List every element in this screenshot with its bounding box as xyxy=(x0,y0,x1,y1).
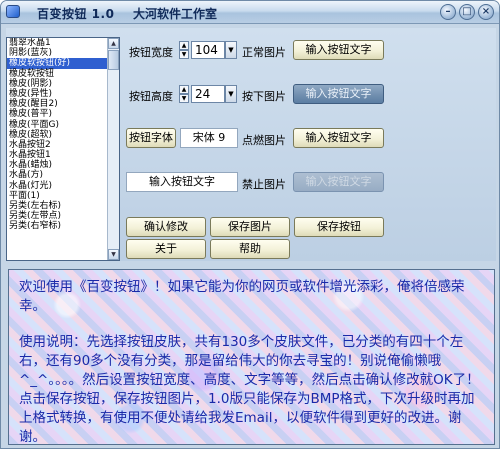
font-button[interactable]: 按钮字体 xyxy=(126,128,176,148)
skin-list-item[interactable]: 水晶(方) xyxy=(7,170,119,180)
minimize-icon[interactable]: – xyxy=(440,4,456,20)
skin-list-item[interactable]: 水晶按钮2 xyxy=(7,140,119,150)
skin-list-item[interactable]: 水晶(蜡烛) xyxy=(7,160,119,170)
skin-list-item[interactable]: 水晶按钮1 xyxy=(7,150,119,160)
skin-list-item[interactable]: 平面(1) xyxy=(7,191,119,201)
skin-list-item[interactable]: 橡皮(超软) xyxy=(7,130,119,140)
font-display: 宋体 9 xyxy=(180,128,238,148)
instructions-paragraph: 使用说明：先选择按钮皮肤，共有130多个皮肤文件，已分类的有四十个左右，还有90… xyxy=(19,334,480,445)
app-icon[interactable] xyxy=(6,5,20,18)
skin-list-item[interactable]: 另类(左带点) xyxy=(7,211,119,221)
save-button-button[interactable]: 保存按钮 xyxy=(294,217,384,237)
width-spinner[interactable]: ▲ ▼ xyxy=(179,41,189,60)
list-scrollbar[interactable]: ▲ ▼ xyxy=(107,38,119,260)
hover-image-label: 点燃图片 xyxy=(242,134,286,147)
skin-list-item[interactable]: 翡翠水晶1 xyxy=(7,38,119,48)
skin-list-item[interactable]: 另类(右窄标) xyxy=(7,221,119,231)
skin-list-item[interactable]: 水晶(灯光) xyxy=(7,181,119,191)
skin-list-item[interactable]: 橡皮(阴影) xyxy=(7,79,119,89)
skin-listbox[interactable]: 翡翠水晶1 阴影(蓝灰) 橡皮软按钮(好) 橡皮软按钮 橡皮(阴影) 橡皮(异性) 橡皮(醒… xyxy=(6,37,120,261)
description-textarea[interactable]: 欢迎使用《百变按钮》！如果它能为你的网页或软件增光添彩，俺将倍感荣幸。 使用说明… xyxy=(8,269,495,445)
height-label: 按钮高度 xyxy=(129,90,173,103)
scroll-thumb[interactable] xyxy=(108,50,119,70)
skin-list-item[interactable]: 橡皮(醒目2) xyxy=(7,99,119,109)
welcome-paragraph: 欢迎使用《百变按钮》！如果它能为你的网页或软件增光添彩，俺将倍感荣幸。 xyxy=(19,279,465,314)
skin-list-item[interactable]: 橡皮软按钮(好) xyxy=(7,58,119,69)
disabled-image-label: 禁止图片 xyxy=(242,178,286,191)
height-dropdown-icon[interactable]: ▼ xyxy=(225,85,237,103)
window-title: 百变按钮 1.0 xyxy=(37,7,115,21)
scroll-up-icon[interactable]: ▲ xyxy=(108,38,119,49)
width-dropdown-icon[interactable]: ▼ xyxy=(225,41,237,59)
confirm-button[interactable]: 确认修改 xyxy=(126,217,206,237)
skin-list-items: 翡翠水晶1 阴影(蓝灰) 橡皮软按钮(好) 橡皮软按钮 橡皮(阴影) 橡皮(异性) 橡皮(醒… xyxy=(7,38,119,232)
spin-down-icon[interactable]: ▼ xyxy=(179,94,189,103)
skin-list-item[interactable]: 橡皮软按钮 xyxy=(7,69,119,79)
width-label: 按钮宽度 xyxy=(129,46,173,59)
height-spinner[interactable]: ▲ ▼ xyxy=(179,85,189,104)
window-company: 大河软件工作室 xyxy=(133,7,218,21)
pressed-image-label: 按下图片 xyxy=(242,90,286,103)
title-bar[interactable]: 百变按钮 1.0 大河软件工作室 – □ × xyxy=(1,1,499,24)
disabled-preview-button: 输入按钮文字 xyxy=(293,172,384,192)
save-image-button[interactable]: 保存图片 xyxy=(210,217,290,237)
width-input[interactable]: 104 xyxy=(191,41,225,59)
skin-list-item[interactable]: 橡皮(普平) xyxy=(7,109,119,119)
skin-list-item[interactable]: 橡皮(异性) xyxy=(7,89,119,99)
scroll-down-icon[interactable]: ▼ xyxy=(108,249,119,260)
normal-preview-button[interactable]: 输入按钮文字 xyxy=(293,40,384,60)
skin-list-item[interactable]: 橡皮(平面G) xyxy=(7,120,119,130)
spin-up-icon[interactable]: ▲ xyxy=(179,85,189,94)
normal-image-label: 正常图片 xyxy=(242,46,286,59)
spin-up-icon[interactable]: ▲ xyxy=(179,41,189,50)
skin-list-item[interactable]: 另类(左右标) xyxy=(7,201,119,211)
spin-down-icon[interactable]: ▼ xyxy=(179,50,189,59)
button-text-input[interactable]: 输入按钮文字 xyxy=(126,172,238,192)
hover-preview-button[interactable]: 输入按钮文字 xyxy=(293,128,384,148)
height-input[interactable]: 24 xyxy=(191,85,225,103)
help-button[interactable]: 帮助 xyxy=(210,239,290,259)
app-window: 百变按钮 1.0 大河软件工作室 – □ × 翡翠水晶1 阴影(蓝灰) 橡皮软按钮(… xyxy=(0,0,500,449)
about-button[interactable]: 关于 xyxy=(126,239,206,259)
skin-list-item[interactable]: 阴影(蓝灰) xyxy=(7,48,119,58)
pressed-preview-button[interactable]: 输入按钮文字 xyxy=(293,84,384,104)
maximize-icon[interactable]: □ xyxy=(459,4,475,20)
close-icon[interactable]: × xyxy=(478,4,494,20)
